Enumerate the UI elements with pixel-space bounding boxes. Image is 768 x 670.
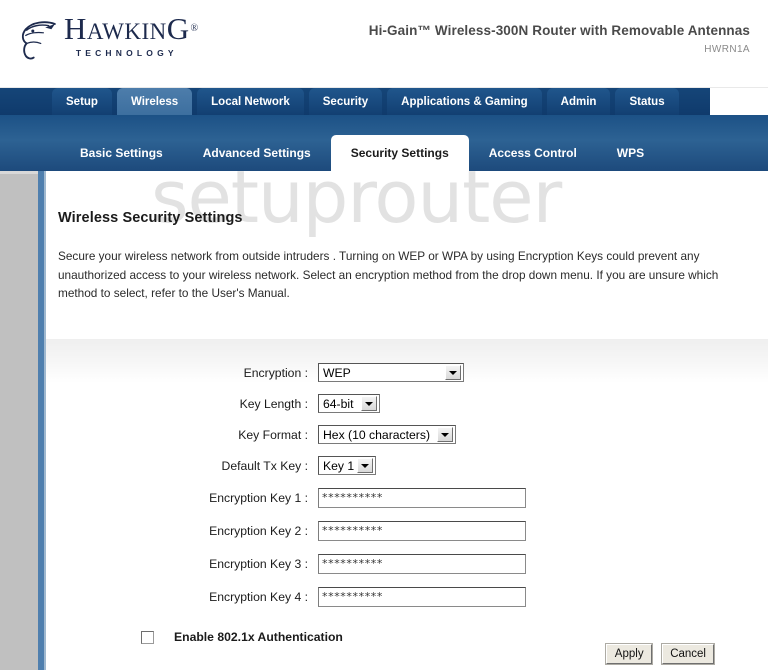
sub-tab-list: Basic Settings Advanced Settings Security … (60, 135, 664, 171)
encryption-key-rows: Encryption Key 1 : ********** Encryption K… (46, 481, 768, 613)
registered-mark: ® (190, 23, 199, 34)
main-tab-label: Wireless (130, 95, 179, 108)
sub-tab-basic-settings[interactable]: Basic Settings (60, 135, 183, 171)
logo-wordmark: HAWKING ® (64, 11, 198, 47)
chevron-down-icon[interactable] (445, 365, 461, 380)
main-tab-label: Applications & Gaming (401, 95, 528, 108)
main-tab-applications-gaming[interactable]: Applications & Gaming (387, 88, 542, 115)
main-tab-label: Status (629, 95, 665, 108)
main-tab-label: Security (322, 95, 369, 108)
sub-navigation: Basic Settings Advanced Settings Security … (0, 115, 768, 171)
default-tx-key-label: Default Tx Key : (221, 458, 308, 473)
key-format-value: Hex (10 characters) (323, 427, 431, 442)
watermark: setuprouter (151, 171, 562, 239)
row-key-length: Key Length : 64-bit (46, 388, 768, 419)
row-encryption-key-1: Encryption Key 1 : ********** (46, 481, 768, 514)
page-title: Wireless Security Settings (58, 210, 243, 226)
sub-tab-label: Basic Settings (80, 146, 163, 160)
main-tab-admin[interactable]: Admin (546, 88, 611, 115)
sub-tab-label: Advanced Settings (202, 146, 311, 160)
encryption-select[interactable]: WEP (318, 363, 464, 382)
apply-button[interactable]: Apply (605, 643, 654, 665)
sub-tab-label: Access Control (488, 146, 577, 160)
brand-logo: HAWKING ® TECHNOLOGY (16, 11, 198, 62)
row-encryption-key-3: Encryption Key 3 : ********** (46, 547, 768, 580)
sub-tab-advanced-settings[interactable]: Advanced Settings (183, 135, 331, 171)
default-tx-key-value: Key 1 (323, 458, 355, 473)
main-tab-security[interactable]: Security (308, 88, 383, 115)
dot1x-checkbox[interactable] (141, 630, 154, 644)
chevron-down-icon[interactable] (357, 458, 373, 473)
sub-tab-access-control[interactable]: Access Control (469, 135, 597, 171)
main-tab-label: Admin (560, 95, 597, 108)
main-tab-local-network[interactable]: Local Network (197, 88, 304, 115)
encryption-value: WEP (323, 365, 351, 380)
encryption-key-2-input[interactable]: ********** (318, 520, 526, 541)
main-tab-setup[interactable]: Setup (52, 88, 112, 115)
left-gray-panel (0, 171, 38, 670)
content-area: setuprouter Wireless Security Settings S… (46, 171, 768, 670)
key-format-label: Key Format : (238, 427, 308, 442)
main-tab-list: Setup Wireless Local Network Security Applic… (52, 88, 684, 115)
sub-tab-security-settings[interactable]: Security Settings (330, 135, 469, 171)
main-tab-status[interactable]: Status (615, 88, 679, 115)
chevron-down-icon[interactable] (361, 396, 377, 411)
encryption-label: Encryption : (243, 365, 308, 380)
encryption-key-4-input[interactable]: ********** (318, 586, 526, 607)
sub-tab-wps[interactable]: WPS (597, 135, 664, 171)
row-default-tx-key: Default Tx Key : Key 1 (46, 450, 768, 481)
dot1x-label: Enable 802.1x Authentication (174, 630, 343, 644)
row-key-format: Key Format : Hex (10 characters) (46, 419, 768, 450)
page-header: HAWKING ® TECHNOLOGY Hi-Gain™ Wireless-30… (0, 0, 768, 88)
key-length-select[interactable]: 64-bit (318, 394, 380, 413)
product-model: HWRN1A (704, 44, 750, 55)
key-length-label: Key Length : (239, 396, 308, 411)
encryption-key-3-label: Encryption Key 3 : (209, 556, 308, 571)
main-tab-label: Local Network (211, 95, 290, 108)
cancel-button[interactable]: Cancel (661, 643, 715, 665)
nav-right-filler (710, 88, 768, 115)
eagle-head-icon (21, 21, 56, 60)
row-encryption: Encryption : WEP (46, 357, 768, 388)
default-tx-key-select[interactable]: Key 1 (318, 456, 376, 475)
logo-word-h: H (64, 11, 87, 46)
sub-tab-label: Security Settings (350, 146, 449, 160)
main-tab-label: Setup (66, 95, 98, 108)
product-title: Hi-Gain™ Wireless-300N Router with Remov… (369, 23, 750, 38)
page-description: Secure your wireless network from outsid… (58, 249, 719, 300)
encryption-key-1-input[interactable]: ********** (318, 487, 526, 508)
main-tab-wireless[interactable]: Wireless (116, 88, 193, 115)
sub-tab-label: WPS (616, 146, 645, 160)
product-title-text: Hi-Gain™ Wireless-300N Router with Remov… (368, 23, 750, 38)
key-length-value: 64-bit (323, 396, 354, 411)
key-format-select[interactable]: Hex (10 characters) (318, 425, 456, 444)
encryption-key-4-label: Encryption Key 4 : (209, 589, 308, 604)
form-actions: Apply Cancel (46, 643, 768, 665)
security-settings-form: Encryption : WEP Key Length : 64-bit Key… (46, 357, 768, 651)
encryption-key-1-label: Encryption Key 1 : (209, 490, 308, 505)
left-gray-panel-highlight (0, 171, 38, 174)
logo-word-g: G (166, 11, 190, 46)
encryption-key-2-label: Encryption Key 2 : (209, 523, 308, 538)
encryption-key-3-input[interactable]: ********** (318, 553, 526, 574)
row-encryption-key-4: Encryption Key 4 : ********** (46, 580, 768, 613)
logo-word-awkin: AWKIN (86, 19, 167, 44)
row-encryption-key-2: Encryption Key 2 : ********** (46, 514, 768, 547)
chevron-down-icon[interactable] (437, 427, 453, 442)
logo-subtitle: TECHNOLOGY (75, 48, 178, 58)
